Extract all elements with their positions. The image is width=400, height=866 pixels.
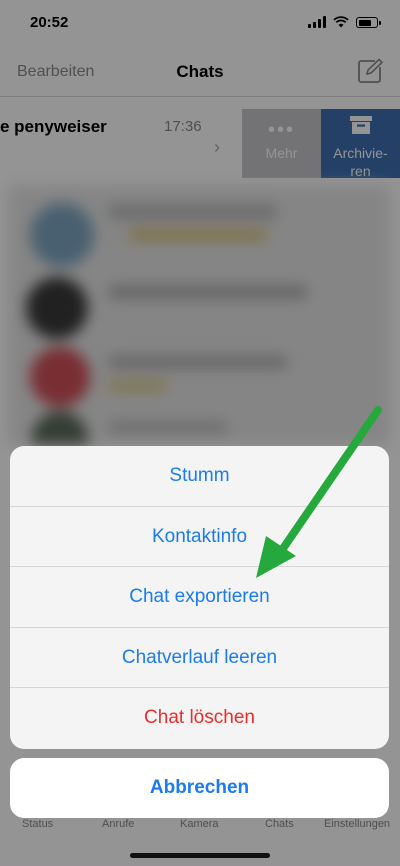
cancel-button[interactable]: Abbrechen (10, 758, 389, 818)
screen: 20:52 Bearbeiten Chats e penyweiser 17:3… (0, 0, 400, 866)
export-chat-button[interactable]: Chat exportieren (10, 567, 389, 628)
clear-chat-button[interactable]: Chatverlauf leeren (10, 628, 389, 689)
delete-chat-button[interactable]: Chat löschen (10, 688, 389, 749)
contact-info-button[interactable]: Kontaktinfo (10, 507, 389, 568)
home-indicator (130, 853, 270, 858)
mute-button[interactable]: Stumm (10, 446, 389, 507)
action-sheet: Stumm Kontaktinfo Chat exportieren Chatv… (10, 446, 389, 749)
